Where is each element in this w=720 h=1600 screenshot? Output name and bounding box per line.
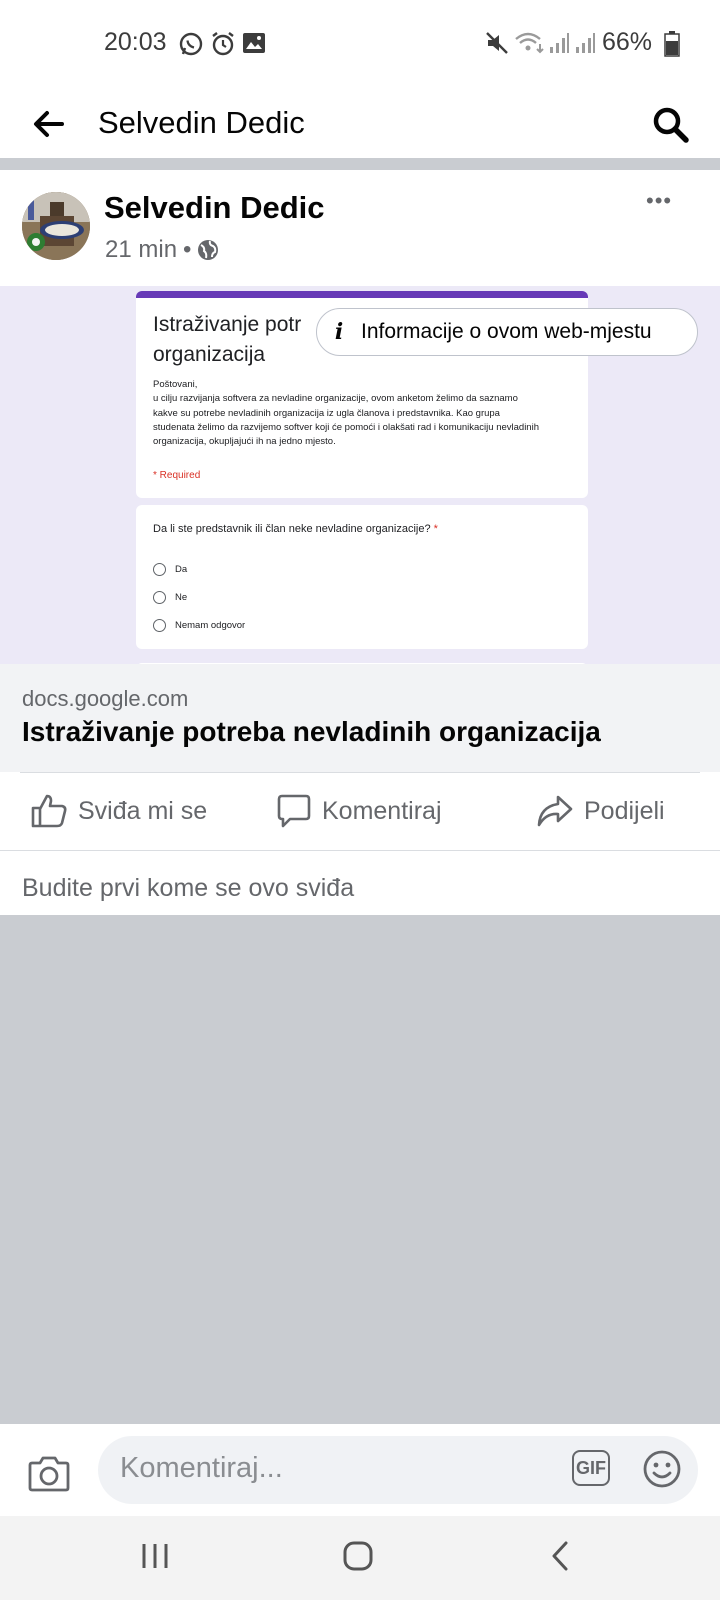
radio-option-label: Da — [175, 563, 188, 575]
radio-circle-icon — [153, 562, 166, 576]
signal-icon-2 — [576, 33, 595, 53]
form-required-note: * Required — [153, 470, 201, 481]
form-question-required: * — [433, 523, 438, 535]
form-title-line2: organizacija — [153, 343, 266, 366]
comment-icon — [277, 794, 311, 828]
radio-option: Nemam odgovor — [153, 611, 245, 639]
avatar[interactable] — [22, 192, 90, 260]
home-icon[interactable] — [342, 1540, 374, 1572]
app-bar: Selvedin Dedic — [0, 88, 720, 158]
post-meta: 21 min • — [105, 236, 219, 264]
link-domain: docs.google.com — [22, 686, 189, 711]
mute-icon — [486, 32, 508, 54]
status-bar: 20:03 66% — [0, 0, 720, 88]
signal-icon-1 — [550, 33, 569, 53]
thumbs-up-icon — [31, 794, 67, 828]
form-greeting: Poštovani, — [153, 379, 198, 390]
comment-button[interactable]: Komentiraj — [276, 772, 442, 850]
post-time[interactable]: 21 min — [105, 236, 177, 264]
form-question: Da li ste predstavnik ili član neke nevl… — [153, 523, 431, 535]
radio-option: Ne — [153, 583, 245, 611]
share-icon — [537, 795, 573, 827]
form-desc-line4: organizacija, okupljajući ih na jedno mj… — [153, 436, 336, 448]
divider — [0, 850, 720, 851]
share-label: Podijeli — [584, 796, 665, 825]
system-nav-bar — [0, 1516, 720, 1600]
comment-placeholder: Komentiraj... — [120, 1452, 283, 1484]
wifi-icon — [515, 32, 544, 54]
form-desc-line3: studenata želimo da razvijemo softver ko… — [153, 421, 539, 433]
battery-percent: 66% — [602, 28, 653, 56]
camera-icon[interactable] — [28, 1454, 70, 1492]
more-options-icon[interactable]: ••• — [646, 188, 672, 214]
emoji-icon[interactable] — [642, 1449, 682, 1489]
whatsapp-icon — [179, 32, 203, 56]
info-icon: i — [334, 319, 344, 345]
back-icon[interactable] — [548, 1540, 572, 1572]
radio-option-label: Ne — [175, 591, 188, 603]
gif-icon[interactable]: GIF — [572, 1450, 610, 1486]
site-info-button[interactable]: i Informacije o ovom web-mjestu — [316, 308, 698, 356]
radio-circle-icon — [153, 618, 166, 632]
status-time: 20:03 — [104, 28, 167, 56]
radio-circle-icon — [153, 590, 166, 604]
form-desc-line1: u cilju razvijanja softvera za nevladine… — [153, 393, 518, 405]
feed-gap — [0, 158, 720, 170]
post-author[interactable]: Selvedin Dedic — [104, 190, 325, 226]
back-arrow-icon[interactable] — [32, 110, 64, 138]
like-button[interactable]: Sviđa mi se — [30, 772, 207, 850]
share-button[interactable]: Podijeli — [536, 772, 665, 850]
form-question-card: Da li ste predstavnik ili član neke nevl… — [136, 505, 588, 649]
battery-icon — [664, 31, 680, 57]
site-info-label: Informacije o ovom web-mjestu — [361, 320, 652, 343]
radio-option-label: Nemam odgovor — [175, 619, 246, 631]
gif-label: GIF — [576, 1457, 606, 1478]
radio-option: Da — [153, 555, 245, 583]
gallery-icon — [243, 33, 265, 53]
alarm-icon — [212, 32, 234, 56]
like-label: Sviđa mi se — [78, 796, 208, 825]
recent-apps-icon[interactable] — [140, 1542, 170, 1570]
meta-separator: • — [183, 236, 192, 263]
page-title: Selvedin Dedic — [98, 105, 305, 140]
globe-icon — [198, 240, 219, 260]
form-desc-line2: kakve su potrebe nevladinih organizacija… — [153, 407, 500, 419]
reactions-summary: Budite prvi kome se ovo sviđa — [22, 874, 355, 902]
search-icon[interactable] — [652, 106, 690, 144]
comment-label: Komentiraj — [322, 796, 442, 825]
form-title-line1: Istraživanje potr — [153, 313, 302, 336]
link-title[interactable]: Istraživanje potreba nevladinih organiza… — [22, 716, 601, 748]
comment-input[interactable]: Komentiraj... GIF — [98, 1436, 698, 1504]
